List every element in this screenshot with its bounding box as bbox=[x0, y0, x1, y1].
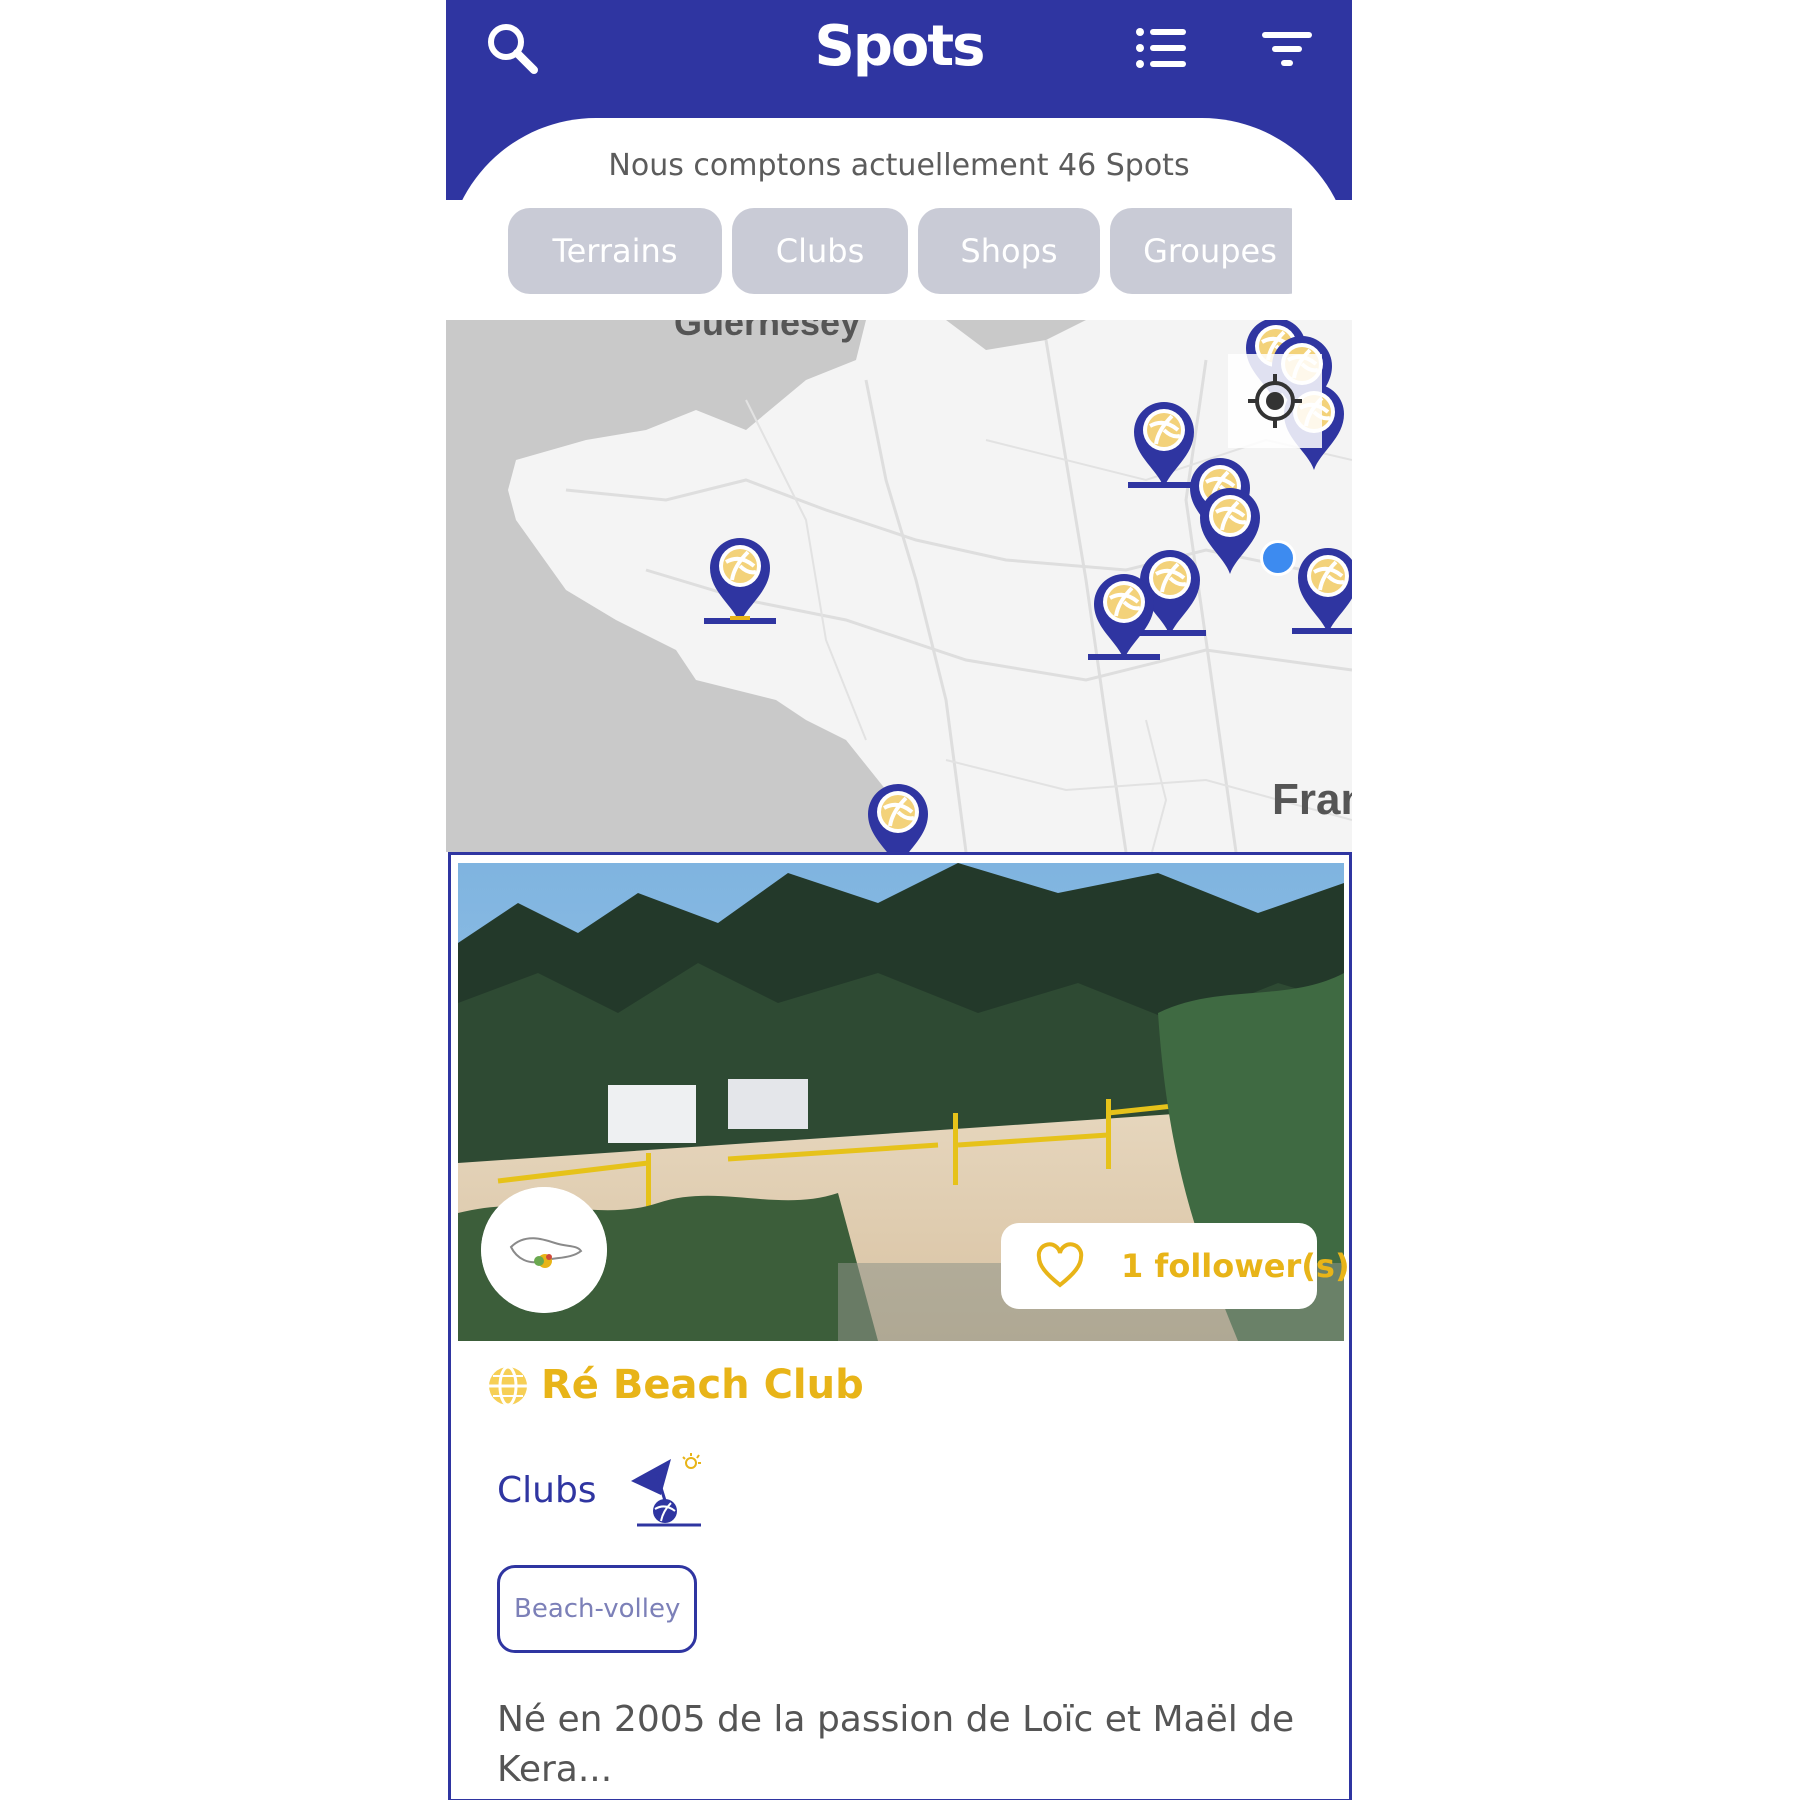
map-label-guernsey: Guernesey bbox=[674, 320, 861, 343]
follow-button[interactable]: 1 follower(s) bbox=[1001, 1223, 1349, 1309]
locate-button[interactable] bbox=[1228, 354, 1322, 448]
volleyball-pin-icon[interactable] bbox=[862, 778, 934, 852]
volleyball-pin-icon[interactable] bbox=[1292, 542, 1352, 638]
chip-clubs[interactable]: Clubs bbox=[732, 208, 908, 294]
crosshair-icon bbox=[1248, 374, 1302, 428]
chip-terrains[interactable]: Terrains bbox=[508, 208, 722, 294]
spot-name: Ré Beach Club bbox=[541, 1362, 864, 1408]
spot-count-text: Nous comptons actuellement 46 Spots bbox=[608, 148, 1190, 183]
app-screen: Spots Nous comptons actuellement 46 Spot… bbox=[446, 0, 1352, 1800]
sport-tag[interactable]: Beach-volley bbox=[497, 1565, 698, 1653]
category-chips: Terrains Clubs Shops Groupes bbox=[508, 208, 1292, 298]
club-logo bbox=[481, 1187, 607, 1313]
volleyball-pin-icon[interactable] bbox=[704, 532, 776, 628]
map-land bbox=[446, 320, 1352, 852]
spot-category: Clubs bbox=[497, 1470, 597, 1511]
chip-groupes[interactable]: Groupes bbox=[1110, 208, 1292, 294]
list-icon[interactable] bbox=[1132, 20, 1192, 80]
filter-icon[interactable] bbox=[1258, 20, 1318, 80]
heart-icon bbox=[1036, 1242, 1084, 1288]
category-panel: Nous comptons actuellement 46 Spots Terr… bbox=[446, 118, 1352, 348]
app-title: Spots bbox=[814, 14, 986, 79]
spot-description: Né en 2005 de la passion de Loïc et Maël… bbox=[497, 1699, 1295, 1790]
chip-shops[interactable]: Shops bbox=[918, 208, 1100, 294]
globe-icon bbox=[489, 1365, 527, 1407]
current-location-dot bbox=[1260, 540, 1296, 576]
map-view[interactable]: Guernesey Fran bbox=[446, 320, 1352, 852]
map-label-france: Fran bbox=[1272, 775, 1352, 824]
spot-card[interactable]: 1 follower(s) Ré Beach Club Clubs Beach-… bbox=[448, 852, 1352, 1800]
beach-umbrella-volleyball-icon bbox=[627, 1451, 707, 1531]
follower-count: 1 follower(s) bbox=[1121, 1247, 1350, 1285]
volleyball-pin-icon[interactable] bbox=[1088, 568, 1160, 664]
